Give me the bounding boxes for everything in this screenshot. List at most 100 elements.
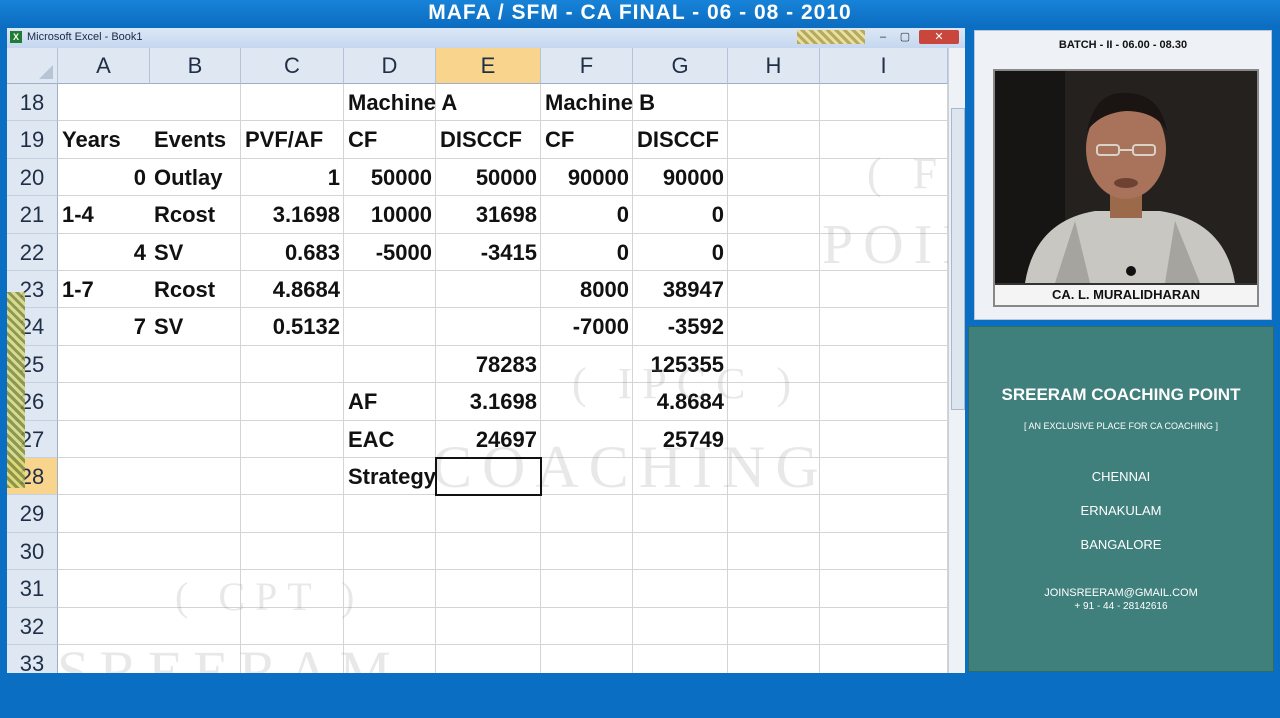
scrollbar-thumb[interactable]	[951, 108, 965, 410]
column-header-c[interactable]: C	[241, 48, 344, 84]
institute-phone: + 91 - 44 - 28142616	[1074, 601, 1168, 612]
excel-icon[interactable]: X	[10, 31, 22, 43]
cell-b19[interactable]: Events	[150, 121, 241, 158]
cell-e26[interactable]: 3.1698	[436, 383, 541, 420]
cell-g26[interactable]: 4.8684	[633, 383, 728, 420]
cell-c24[interactable]: 0.5132	[241, 308, 344, 345]
maximize-button[interactable]: ▢	[895, 30, 915, 44]
cell-b23[interactable]: Rcost	[150, 271, 241, 308]
excel-title-bar[interactable]: X Microsoft Excel - Book1 – ▢ ✕	[7, 28, 965, 49]
cell-d20[interactable]: 50000	[344, 159, 436, 196]
presenter-card: BATCH - II - 06.00 - 08.30 CA. L. MURALI…	[974, 30, 1272, 320]
presenter-image	[995, 71, 1257, 283]
cell-f18[interactable]: Machine B	[541, 84, 655, 121]
cell-e21[interactable]: 31698	[436, 196, 541, 233]
cell-a24[interactable]: 7	[58, 308, 150, 345]
cell-b21[interactable]: Rcost	[150, 196, 241, 233]
vertical-scrollbar[interactable]	[948, 48, 965, 673]
selected-cell-box[interactable]	[435, 457, 542, 497]
row-header-21[interactable]: 21	[7, 196, 58, 234]
cell-c19[interactable]: PVF/AF	[241, 121, 344, 158]
row-header-20[interactable]: 20	[7, 158, 58, 197]
institute-email: JOINSREERAM@GMAIL.COM	[1044, 587, 1198, 599]
cell-f19[interactable]: CF	[541, 121, 633, 158]
row-header-33[interactable]: 33	[7, 645, 58, 673]
cell-g20[interactable]: 90000	[633, 159, 728, 196]
cell-d19[interactable]: CF	[344, 121, 436, 158]
gridline	[819, 84, 820, 673]
gridline	[58, 569, 948, 571]
row-header-31[interactable]: 31	[7, 570, 58, 608]
title-decoration	[797, 30, 865, 44]
column-header-e[interactable]: E	[436, 48, 541, 84]
institute-tagline: [ AN EXCLUSIVE PLACE FOR CA COACHING ]	[1023, 421, 1219, 431]
column-header-b[interactable]: B	[150, 48, 241, 84]
institute-name: SREERAM COACHING POINT	[1001, 385, 1241, 404]
minimize-button[interactable]: –	[873, 30, 893, 44]
presenter-panel: BATCH - II - 06.00 - 08.30 CA. L. MURALI…	[966, 28, 1280, 673]
column-header-g[interactable]: G	[633, 48, 728, 84]
select-all-corner[interactable]	[7, 48, 58, 84]
cell-a19[interactable]: Years	[58, 121, 150, 158]
cell-c20[interactable]: 1	[241, 159, 344, 196]
cell-a21[interactable]: 1-4	[58, 196, 150, 233]
cell-d18[interactable]: Machine A	[344, 84, 457, 121]
row-header-30[interactable]: 30	[7, 532, 58, 571]
gridline	[58, 606, 948, 608]
row-header-22[interactable]: 22	[7, 233, 58, 271]
side-decoration	[7, 292, 25, 488]
presenter-video: CA. L. MURALIDHARAN	[993, 69, 1259, 307]
cell-b24[interactable]: SV	[150, 308, 241, 345]
cell-g19[interactable]: DISCCF	[633, 121, 728, 158]
row-header-18[interactable]: 18	[7, 84, 58, 122]
excel-window: X Microsoft Excel - Book1 – ▢ ✕ ABCDEFGH…	[7, 28, 965, 673]
cell-f24[interactable]: -7000	[541, 308, 633, 345]
row-header-29[interactable]: 29	[7, 495, 58, 533]
cell-g25[interactable]: 125355	[633, 346, 728, 383]
cell-b20[interactable]: Outlay	[150, 159, 241, 196]
cell-g27[interactable]: 25749	[633, 421, 728, 458]
close-button[interactable]: ✕	[919, 30, 959, 44]
cell-e25[interactable]: 78283	[436, 346, 541, 383]
gridline	[58, 644, 948, 645]
cell-d27[interactable]: EAC	[344, 421, 436, 458]
cell-c23[interactable]: 4.8684	[241, 271, 344, 308]
cell-c22[interactable]: 0.683	[241, 234, 344, 271]
column-header-d[interactable]: D	[344, 48, 436, 84]
cell-g23[interactable]: 38947	[633, 271, 728, 308]
cell-f21[interactable]: 0	[541, 196, 633, 233]
watermark-text: ( CPT )	[175, 574, 365, 619]
column-header-f[interactable]: F	[541, 48, 633, 84]
presenter-name: CA. L. MURALIDHARAN	[995, 283, 1257, 305]
city-item: ERNAKULAM	[1080, 503, 1162, 518]
cell-g21[interactable]: 0	[633, 196, 728, 233]
batch-label: BATCH - II - 06.00 - 08.30	[1058, 39, 1188, 51]
cell-e19[interactable]: DISCCF	[436, 121, 541, 158]
cell-g24[interactable]: -3592	[633, 308, 728, 345]
column-header-h[interactable]: H	[728, 48, 820, 84]
column-header-a[interactable]: A	[58, 48, 150, 84]
column-header-i[interactable]: I	[820, 48, 948, 84]
cell-b22[interactable]: SV	[150, 234, 241, 271]
cell-a20[interactable]: 0	[58, 159, 150, 196]
cell-e27[interactable]: 24697	[436, 421, 541, 458]
banner-title: MAFA / SFM - CA FINAL - 06 - 08 - 2010	[428, 1, 852, 24]
cell-f20[interactable]: 90000	[541, 159, 633, 196]
cell-d21[interactable]: 10000	[344, 196, 436, 233]
institute-info: SREERAM COACHING POINT [ AN EXCLUSIVE PL…	[968, 326, 1274, 672]
cell-e22[interactable]: -3415	[436, 234, 541, 271]
cell-d26[interactable]: AF	[344, 383, 436, 420]
row-header-32[interactable]: 32	[7, 607, 58, 645]
cell-a23[interactable]: 1-7	[58, 271, 150, 308]
cell-d28[interactable]: Strategy	[344, 458, 436, 495]
cell-a22[interactable]: 4	[58, 234, 150, 271]
window-title: Microsoft Excel - Book1	[27, 31, 143, 43]
cell-f23[interactable]: 8000	[541, 271, 633, 308]
city-item: BANGALORE	[1080, 537, 1162, 552]
cell-f22[interactable]: 0	[541, 234, 633, 271]
row-header-19[interactable]: 19	[7, 121, 58, 159]
cell-g22[interactable]: 0	[633, 234, 728, 271]
cell-d22[interactable]: -5000	[344, 234, 436, 271]
cell-e20[interactable]: 50000	[436, 159, 541, 196]
cell-c21[interactable]: 3.1698	[241, 196, 344, 233]
